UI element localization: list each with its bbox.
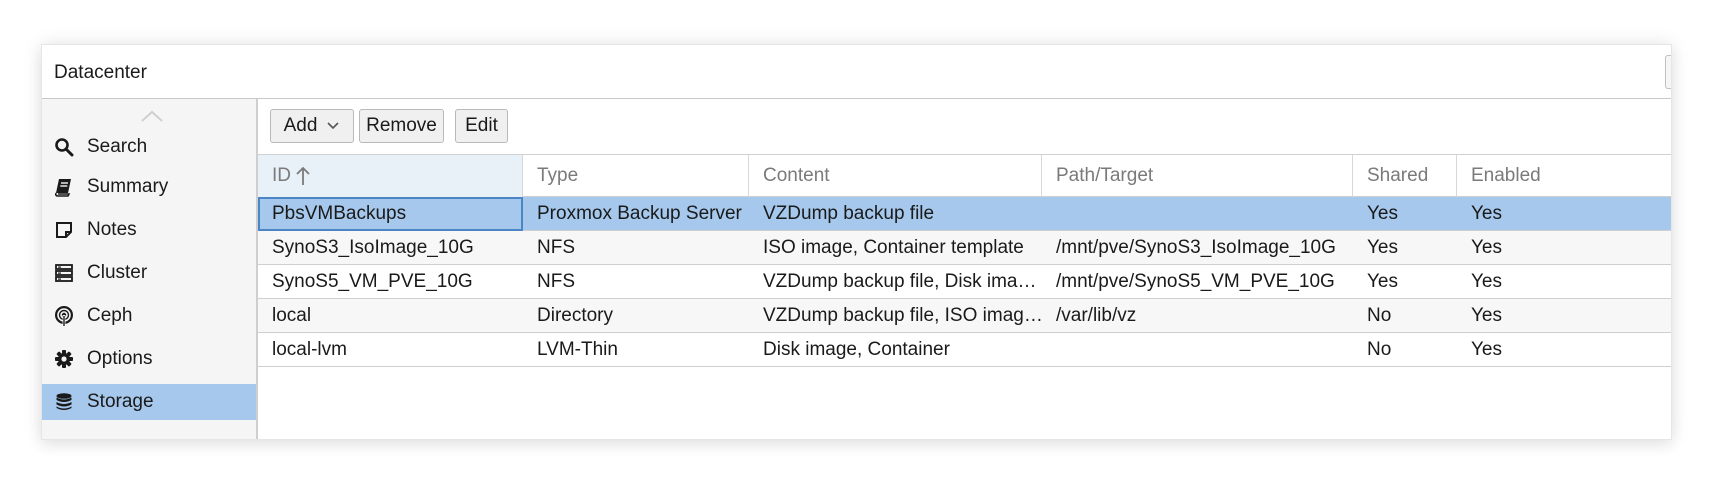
column-header-label: ID (272, 165, 291, 186)
cell-id: local-lvm (272, 338, 347, 360)
chevron-down-icon (326, 121, 340, 131)
storage-table: ID Type Content Path/Target Shared Enabl… (258, 155, 1671, 367)
cell-enabled: Yes (1471, 202, 1502, 224)
storage-panel: Add Remove Edit ID Type Content Path/Tar… (258, 99, 1671, 439)
cell-type: Proxmox Backup Server (537, 202, 742, 224)
cell-enabled: Yes (1471, 304, 1502, 326)
database-icon (53, 391, 75, 413)
table-row[interactable]: SynoS3_IsoImage_10G NFS ISO image, Conta… (258, 231, 1671, 265)
cell-type: Directory (537, 304, 614, 326)
ceph-icon (53, 305, 75, 327)
column-header-label: Type (537, 165, 579, 186)
sidebar-item-cluster[interactable]: Cluster (42, 255, 256, 291)
column-header-type[interactable]: Type (523, 155, 749, 197)
sidebar-item-search[interactable]: Search (42, 129, 256, 165)
sidebar-item-notes[interactable]: Notes (42, 212, 256, 248)
add-button[interactable]: Add (270, 109, 354, 143)
column-header-label: Enabled (1471, 165, 1541, 186)
cell-content: Disk image, Container (763, 338, 950, 360)
table-header: ID Type Content Path/Target Shared Enabl… (258, 155, 1671, 197)
cell-id: PbsVMBackups (258, 197, 523, 231)
cell-type: LVM-Thin (537, 338, 618, 360)
search-icon (53, 136, 75, 158)
cell-path: /var/lib/vz (1056, 304, 1137, 326)
datacenter-window: Datacenter Search Summary Notes Cluster … (41, 44, 1672, 440)
cell-enabled: Yes (1471, 270, 1502, 292)
cell-shared: Yes (1367, 270, 1398, 292)
note-icon (53, 219, 75, 241)
cell-shared: No (1367, 304, 1392, 326)
add-button-label: Add (283, 115, 318, 136)
toolbar: Add Remove Edit (258, 99, 1671, 155)
column-header-label: Content (763, 165, 830, 186)
sidebar-item-label: Search (87, 136, 148, 157)
gear-icon (53, 348, 75, 370)
title-bar-tool-button[interactable] (1665, 55, 1671, 89)
table-row[interactable]: SynoS5_VM_PVE_10G NFS VZDump backup file… (258, 265, 1671, 299)
cell-content: VZDump backup file (763, 202, 935, 224)
column-header-enabled[interactable]: Enabled (1457, 155, 1671, 197)
sidebar-item-storage[interactable]: Storage (42, 384, 256, 420)
cell-path: /mnt/pve/SynoS3_IsoImage_10G (1056, 236, 1336, 258)
sidebar-item-label: Options (87, 348, 153, 369)
cell-shared: Yes (1367, 236, 1398, 258)
cell-shared: No (1367, 338, 1392, 360)
table-row[interactable]: PbsVMBackups Proxmox Backup Server VZDum… (258, 197, 1671, 231)
column-header-label: Shared (1367, 165, 1429, 186)
sidebar-item-label: Ceph (87, 305, 133, 326)
sidebar-item-label: Storage (87, 391, 154, 412)
column-header-id[interactable]: ID (258, 155, 523, 197)
column-header-content[interactable]: Content (749, 155, 1042, 197)
sidebar-item-label: Notes (87, 219, 137, 240)
table-row[interactable]: local Directory VZDump backup file, ISO … (258, 299, 1671, 333)
cell-path (1042, 197, 1353, 230)
sidebar-item-ceph[interactable]: Ceph (42, 298, 256, 334)
server-icon (53, 262, 75, 284)
column-header-path[interactable]: Path/Target (1042, 155, 1353, 197)
sort-ascending-icon (295, 165, 311, 187)
window-title: Datacenter (54, 62, 147, 83)
cell-enabled: Yes (1471, 236, 1502, 258)
scroll-up-icon[interactable] (138, 107, 166, 125)
cell-path (1042, 333, 1353, 366)
cell-content: VZDump backup file, ISO imag… (763, 304, 1042, 326)
edit-button[interactable]: Edit (455, 109, 508, 143)
column-header-shared[interactable]: Shared (1353, 155, 1457, 197)
sidebar-item-label: Cluster (87, 262, 148, 283)
cell-shared: Yes (1367, 202, 1398, 224)
table-row[interactable]: local-lvm LVM-Thin Disk image, Container… (258, 333, 1671, 367)
cell-content: ISO image, Container template (763, 236, 1024, 258)
sidebar-item-label: Summary (87, 176, 169, 197)
sidebar-item-summary[interactable]: Summary (42, 169, 256, 205)
cell-path: /mnt/pve/SynoS5_VM_PVE_10G (1056, 270, 1335, 292)
sidebar: Search Summary Notes Cluster Ceph Option… (42, 99, 258, 439)
cell-id: local (272, 304, 312, 326)
cell-id: SynoS3_IsoImage_10G (272, 236, 474, 258)
cell-content: VZDump backup file, Disk ima… (763, 270, 1037, 292)
book-icon (53, 176, 75, 198)
sidebar-item-options[interactable]: Options (42, 341, 256, 377)
remove-button[interactable]: Remove (359, 109, 444, 143)
cell-id: SynoS5_VM_PVE_10G (272, 270, 473, 292)
cell-type: NFS (537, 236, 575, 258)
cell-type: NFS (537, 270, 575, 292)
title-bar: Datacenter (42, 45, 1671, 99)
column-header-label: Path/Target (1056, 165, 1154, 186)
cell-enabled: Yes (1471, 338, 1502, 360)
